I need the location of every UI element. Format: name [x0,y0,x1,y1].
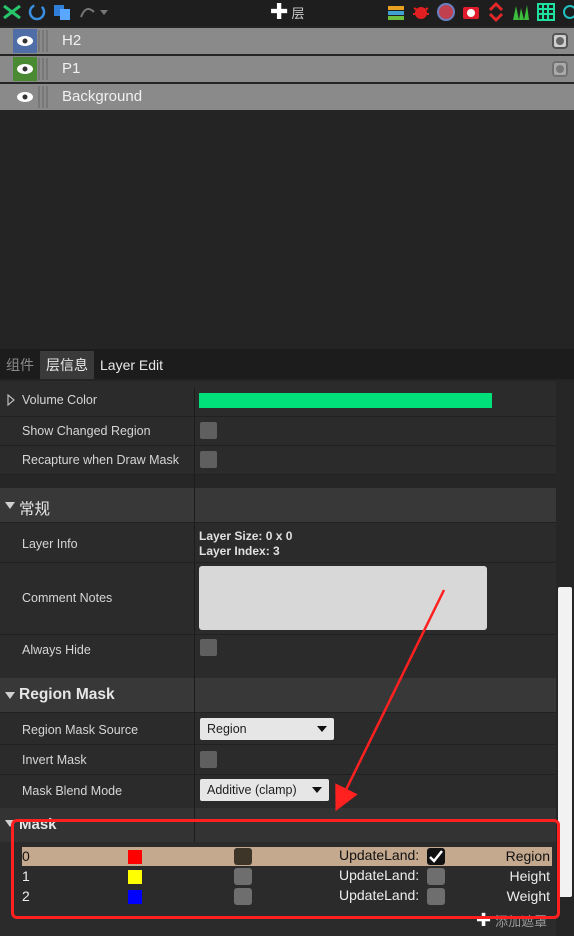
annotation-arrow [335,589,446,812]
annotation-highlight-box [11,819,560,919]
